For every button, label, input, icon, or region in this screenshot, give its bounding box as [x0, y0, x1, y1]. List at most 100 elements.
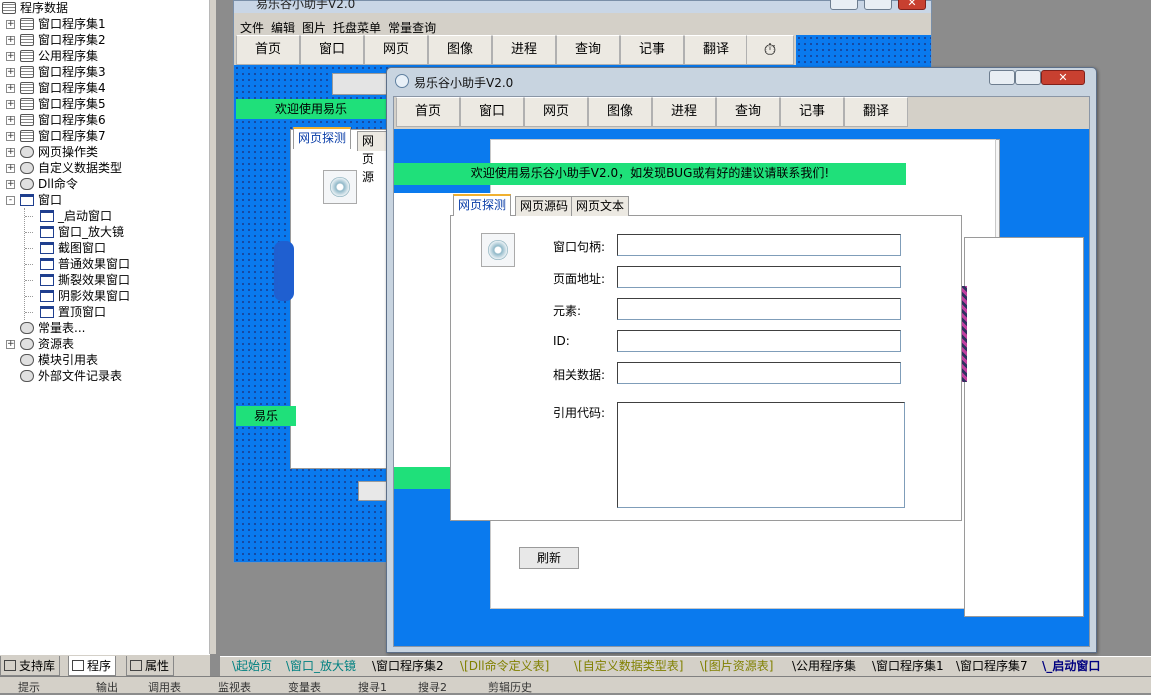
- doc-tab[interactable]: \_启动窗口: [1038, 657, 1104, 676]
- properties-icon: [130, 660, 142, 671]
- tree-item[interactable]: 外部文件记录表: [6, 368, 206, 384]
- stopwatch-button[interactable]: ⏱: [746, 35, 794, 65]
- minimize-button[interactable]: [830, 0, 858, 10]
- tree-item[interactable]: + Dll命令: [6, 176, 206, 192]
- tree-item[interactable]: + 资源表: [6, 336, 206, 352]
- window-icon: [40, 242, 54, 254]
- tree-item[interactable]: + 窗口程序集2: [6, 32, 206, 48]
- tree-window-item[interactable]: _启动窗口: [26, 208, 209, 224]
- menu-tray[interactable]: 托盘菜单: [333, 21, 381, 35]
- tab-program[interactable]: 程序: [68, 656, 117, 676]
- menu-constants[interactable]: 常量查询: [388, 21, 436, 35]
- book-icon: [20, 50, 34, 62]
- toolbar-button[interactable]: 记事: [620, 35, 684, 65]
- preview-refresh-button[interactable]: 刷新: [519, 547, 579, 569]
- menu-file[interactable]: 文件: [240, 21, 264, 35]
- expand-icon[interactable]: +: [6, 68, 15, 77]
- expand-icon[interactable]: +: [6, 52, 15, 61]
- expand-icon[interactable]: +: [6, 36, 15, 45]
- doc-tab[interactable]: \[图片资源表]: [696, 657, 777, 676]
- tab-support-library[interactable]: 支持库: [0, 656, 61, 676]
- expand-icon[interactable]: +: [6, 84, 15, 93]
- toolbar-button[interactable]: 网页: [364, 35, 428, 65]
- tree-item[interactable]: + 窗口程序集1: [6, 16, 206, 32]
- expand-icon[interactable]: +: [6, 180, 15, 189]
- book-icon: [20, 114, 34, 126]
- preview-maximize-button[interactable]: [1015, 70, 1041, 85]
- toolbar-button[interactable]: 进程: [652, 97, 716, 127]
- tree-item[interactable]: + 网页操作类: [6, 144, 206, 160]
- collapse-icon[interactable]: -: [6, 196, 15, 205]
- close-button[interactable]: ✕: [898, 0, 926, 10]
- expand-icon[interactable]: +: [6, 20, 15, 29]
- tree-item[interactable]: + 公用程序集: [6, 48, 206, 64]
- tree-item[interactable]: + 自定义数据类型: [6, 160, 206, 176]
- tab-web-probe[interactable]: 网页探测: [453, 194, 512, 216]
- tree-window-item[interactable]: 截图窗口: [26, 240, 209, 256]
- toolbar-button[interactable]: 图像: [428, 35, 492, 65]
- expand-icon[interactable]: +: [6, 164, 15, 173]
- field-input[interactable]: [617, 362, 901, 384]
- designer-tab-source[interactable]: 网页源: [357, 131, 389, 184]
- toolbar-button[interactable]: 图像: [588, 97, 652, 127]
- doc-tab[interactable]: \[自定义数据类型表]: [570, 657, 687, 676]
- tree-item[interactable]: 常量表...: [6, 320, 206, 336]
- preview-close-button[interactable]: ✕: [1041, 70, 1085, 85]
- field-input[interactable]: [617, 330, 901, 352]
- tree-window-item[interactable]: 普通效果窗口: [26, 256, 209, 272]
- toolbar-button[interactable]: 查询: [556, 35, 620, 65]
- tree-window-item[interactable]: 阴影效果窗口: [26, 288, 209, 304]
- probe-target-icon[interactable]: [323, 170, 357, 204]
- toolbar-button[interactable]: 首页: [236, 35, 300, 65]
- menu-image[interactable]: 图片: [302, 21, 326, 35]
- support-library-icon: [4, 660, 16, 671]
- doc-tab[interactable]: \窗口程序集7: [952, 657, 1032, 676]
- toolbar-button[interactable]: 记事: [780, 97, 844, 127]
- doc-tab[interactable]: \公用程序集: [788, 657, 860, 676]
- tree-item[interactable]: - 窗口: [6, 192, 206, 208]
- tree-window-item[interactable]: 窗口_放大镜: [26, 224, 209, 240]
- tree-scrollbar[interactable]: [210, 0, 216, 654]
- probe-target-icon[interactable]: [481, 233, 515, 267]
- doc-tab[interactable]: \[Dll命令定义表]: [456, 657, 553, 676]
- tree-window-item[interactable]: 置顶窗口: [26, 304, 209, 320]
- menu-edit[interactable]: 编辑: [271, 21, 295, 35]
- tree-item[interactable]: + 窗口程序集4: [6, 80, 206, 96]
- tree-window-item[interactable]: 撕裂效果窗口: [26, 272, 209, 288]
- constant-icon: [20, 322, 34, 334]
- tab-web-source[interactable]: 网页源码: [515, 196, 574, 216]
- field-input[interactable]: [617, 266, 901, 288]
- designer-tab-probe[interactable]: 网页探测: [293, 127, 352, 149]
- toolbar-button[interactable]: 进程: [492, 35, 556, 65]
- code-textarea[interactable]: [617, 402, 905, 508]
- toolbar-button[interactable]: 查询: [716, 97, 780, 127]
- toolbar-button[interactable]: 翻译: [684, 35, 748, 65]
- toolbar-button[interactable]: 窗口: [300, 35, 364, 65]
- panel-tabs: 支持库 程序 属性: [0, 654, 210, 676]
- doc-tab[interactable]: \窗口程序集1: [868, 657, 948, 676]
- maximize-button[interactable]: [864, 0, 892, 10]
- expand-icon[interactable]: +: [6, 132, 15, 141]
- field-input[interactable]: [617, 234, 901, 256]
- expand-icon[interactable]: +: [6, 340, 15, 349]
- window-icon: [40, 226, 54, 238]
- toolbar-button[interactable]: 网页: [524, 97, 588, 127]
- tab-web-text[interactable]: 网页文本: [571, 196, 630, 216]
- toolbar-button[interactable]: 翻译: [844, 97, 908, 127]
- expand-icon[interactable]: +: [6, 116, 15, 125]
- doc-tab[interactable]: \窗口_放大镜: [282, 657, 360, 676]
- field-input[interactable]: [617, 298, 901, 320]
- expand-icon[interactable]: +: [6, 148, 15, 157]
- tree-item[interactable]: + 窗口程序集5: [6, 96, 206, 112]
- tree-item[interactable]: 模块引用表: [6, 352, 206, 368]
- preview-minimize-button[interactable]: [989, 70, 1015, 85]
- tree-item[interactable]: + 窗口程序集7: [6, 128, 206, 144]
- doc-tab[interactable]: \起始页: [228, 657, 276, 676]
- expand-icon[interactable]: +: [6, 100, 15, 109]
- tree-item[interactable]: + 窗口程序集6: [6, 112, 206, 128]
- toolbar-button[interactable]: 首页: [396, 97, 460, 127]
- toolbar-button[interactable]: 窗口: [460, 97, 524, 127]
- tree-item[interactable]: + 窗口程序集3: [6, 64, 206, 80]
- doc-tab[interactable]: \窗口程序集2: [368, 657, 448, 676]
- tab-properties[interactable]: 属性: [126, 656, 175, 676]
